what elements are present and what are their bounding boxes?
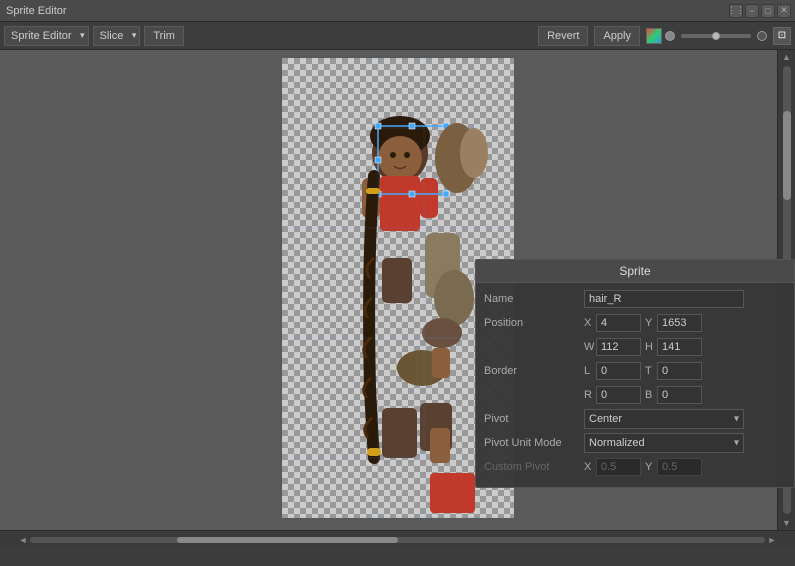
minimize-button[interactable]: −: [745, 4, 759, 18]
border-row-rb: R B: [484, 385, 786, 405]
zoom-slider-container: [681, 34, 751, 38]
slice-dropdown[interactable]: Slice: [93, 26, 141, 46]
h-letter: H: [645, 341, 655, 353]
main-content: Sprite Name Position X: [0, 50, 795, 548]
sprite-panel-body: Name Position X Y: [476, 283, 794, 487]
size-fields: W H: [584, 338, 786, 356]
toolbar: Sprite Editor Slice Trim Revert Apply ⊡: [0, 22, 795, 50]
color-dot-2[interactable]: [757, 31, 767, 41]
pos-y-input[interactable]: [657, 314, 702, 332]
border-r-group: R: [584, 386, 641, 404]
scroll-left-arrow[interactable]: ◄: [16, 535, 30, 545]
settings-icon-btn[interactable]: ⊡: [773, 27, 791, 45]
border-b-group: B: [645, 386, 702, 404]
menu-icon-btn[interactable]: ⋮⋮: [729, 4, 743, 18]
custom-pivot-y-input[interactable]: [657, 458, 702, 476]
width-input[interactable]: [596, 338, 641, 356]
revert-button[interactable]: Revert: [538, 26, 588, 46]
pos-y-group: Y: [645, 314, 702, 332]
maximize-button[interactable]: □: [761, 4, 775, 18]
color-picker-icon[interactable]: [646, 28, 662, 44]
scroll-up-arrow[interactable]: ▲: [782, 50, 791, 64]
border-label: Border: [484, 365, 584, 377]
toolbar-right: Revert Apply ⊡: [538, 26, 791, 46]
name-label: Name: [484, 293, 584, 305]
border-r-input[interactable]: [596, 386, 641, 404]
custom-pivot-x-input[interactable]: [596, 458, 641, 476]
border-t-group: T: [645, 362, 702, 380]
position-row: Position X Y: [484, 313, 786, 333]
border-b-input[interactable]: [657, 386, 702, 404]
t-letter: T: [645, 365, 655, 377]
pos-x-group: X: [584, 314, 641, 332]
border-fields-lt: L T: [584, 362, 786, 380]
pivot-unit-select-wrapper[interactable]: Normalized Pixels: [584, 433, 744, 453]
border-row-lt: Border L T: [484, 361, 786, 381]
scroll-right-arrow[interactable]: ►: [765, 535, 779, 545]
color-controls: [646, 28, 675, 44]
title-bar-controls: ⋮⋮ − □ ✕: [729, 4, 791, 18]
horizontal-scrollbar[interactable]: ◄ ►: [0, 530, 795, 548]
color-dot-1[interactable]: [665, 31, 675, 41]
title-bar: Sprite Editor ⋮⋮ − □ ✕: [0, 0, 795, 22]
zoom-slider-thumb: [712, 32, 720, 40]
name-row: Name: [484, 289, 786, 309]
custom-pivot-row: Custom Pivot X Y: [484, 457, 786, 477]
pos-h-group: H: [645, 338, 702, 356]
custom-y-letter: Y: [645, 461, 655, 473]
custom-pivot-y-group: Y: [645, 458, 702, 476]
zoom-slider[interactable]: [681, 34, 751, 38]
pivot-select[interactable]: Center TopLeft TopCenter TopRight LeftCe…: [584, 409, 744, 429]
y-letter: Y: [645, 317, 655, 329]
pivot-label: Pivot: [484, 413, 584, 425]
pivot-row: Pivot Center TopLeft TopCenter TopRight …: [484, 409, 786, 429]
custom-pivot-fields: X Y: [584, 458, 786, 476]
position-label: Position: [484, 317, 584, 329]
sprite-panel-header: Sprite: [476, 260, 794, 283]
pos-x-input[interactable]: [596, 314, 641, 332]
pivot-unit-label: Pivot Unit Mode: [484, 437, 584, 449]
l-letter: L: [584, 365, 594, 377]
border-t-input[interactable]: [657, 362, 702, 380]
name-input[interactable]: [584, 290, 744, 308]
scroll-horizontal-track[interactable]: [30, 537, 765, 543]
pivot-unit-select[interactable]: Normalized Pixels: [584, 433, 744, 453]
size-row: W H: [484, 337, 786, 357]
pivot-select-wrapper[interactable]: Center TopLeft TopCenter TopRight LeftCe…: [584, 409, 744, 429]
custom-x-letter: X: [584, 461, 594, 473]
sprite-panel: Sprite Name Position X: [475, 259, 795, 488]
pos-w-group: W: [584, 338, 641, 356]
border-l-input[interactable]: [596, 362, 641, 380]
w-letter: W: [584, 341, 594, 353]
position-fields: X Y: [584, 314, 786, 332]
close-button[interactable]: ✕: [777, 4, 791, 18]
title-text: Sprite Editor: [6, 5, 67, 17]
custom-pivot-label: Custom Pivot: [484, 461, 584, 473]
pivot-unit-row: Pivot Unit Mode Normalized Pixels: [484, 433, 786, 453]
sprite-editor-dropdown[interactable]: Sprite Editor: [4, 26, 89, 46]
border-fields-rb: R B: [584, 386, 786, 404]
canvas-area[interactable]: Sprite Name Position X: [0, 50, 795, 548]
scroll-horizontal-thumb: [177, 537, 398, 543]
height-input[interactable]: [657, 338, 702, 356]
border-l-group: L: [584, 362, 641, 380]
x-letter: X: [584, 317, 594, 329]
custom-pivot-x-group: X: [584, 458, 641, 476]
scroll-down-arrow[interactable]: ▼: [782, 516, 791, 530]
apply-button[interactable]: Apply: [594, 26, 640, 46]
scroll-vertical-thumb: [783, 111, 791, 201]
trim-button[interactable]: Trim: [144, 26, 184, 46]
r-letter: R: [584, 389, 594, 401]
b-letter: B: [645, 389, 655, 401]
